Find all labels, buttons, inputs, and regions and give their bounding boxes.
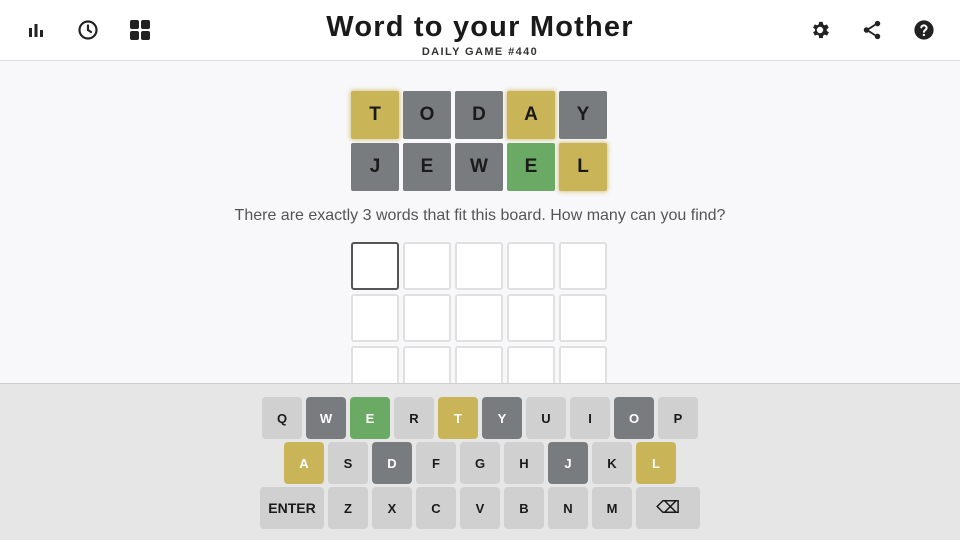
board-tile: L — [559, 143, 607, 191]
guess-tile[interactable] — [455, 294, 503, 342]
board-tile: Y — [559, 91, 607, 139]
keyboard-row: QWERTYUIOP — [262, 397, 698, 439]
board-tile: D — [455, 91, 503, 139]
board-tile: O — [403, 91, 451, 139]
key-i[interactable]: I — [570, 397, 610, 439]
key-n[interactable]: N — [548, 487, 588, 529]
keyboard-row: ENTER Z X C V B N M ⌫ — [260, 487, 700, 529]
key-a[interactable]: A — [284, 442, 324, 484]
key-l[interactable]: L — [636, 442, 676, 484]
instruction-text: There are exactly 3 words that fit this … — [234, 207, 726, 224]
backspace-key[interactable]: ⌫ — [636, 487, 700, 529]
key-t[interactable]: T — [438, 397, 478, 439]
key-j[interactable]: J — [548, 442, 588, 484]
guess-tile[interactable] — [403, 242, 451, 290]
history-icon[interactable] — [72, 14, 104, 46]
guess-tile[interactable] — [351, 242, 399, 290]
key-d[interactable]: D — [372, 442, 412, 484]
guess-row — [351, 294, 607, 342]
board-tile: J — [351, 143, 399, 191]
key-e[interactable]: E — [350, 397, 390, 439]
key-p[interactable]: P — [658, 397, 698, 439]
board-tile: T — [351, 91, 399, 139]
guess-tile[interactable] — [507, 242, 555, 290]
share-icon[interactable] — [856, 14, 888, 46]
board-tile: E — [403, 143, 451, 191]
key-v[interactable]: V — [460, 487, 500, 529]
enter-key[interactable]: ENTER — [260, 487, 324, 529]
keyboard-row: ASDFGHJKL — [284, 442, 676, 484]
board-row: TODAY — [351, 91, 607, 139]
guess-tile[interactable] — [351, 294, 399, 342]
on-screen-keyboard: Q W E R T Y U I O P A S D F G H J K L ENTER Z X C V B N M ⌫ — [0, 383, 960, 540]
key-z[interactable]: Z — [328, 487, 368, 529]
key-y[interactable]: Y — [482, 397, 522, 439]
key-k[interactable]: K — [592, 442, 632, 484]
guess-row — [351, 242, 607, 290]
guess-tile[interactable] — [507, 294, 555, 342]
header-bar: Word to your Mother DAILY GAME #440 — [0, 0, 960, 61]
board-tile: W — [455, 143, 503, 191]
key-g[interactable]: G — [460, 442, 500, 484]
guess-tile[interactable] — [455, 242, 503, 290]
guess-tile[interactable] — [559, 242, 607, 290]
board-row: JEWEL — [351, 143, 607, 191]
key-w[interactable]: W — [306, 397, 346, 439]
key-o[interactable]: O — [614, 397, 654, 439]
key-c[interactable]: C — [416, 487, 456, 529]
guess-tile[interactable] — [559, 294, 607, 342]
clue-board: TODAYJEWEL — [351, 91, 607, 195]
key-u[interactable]: U — [526, 397, 566, 439]
key-f[interactable]: F — [416, 442, 456, 484]
stats-icon[interactable] — [20, 14, 52, 46]
board-tile: A — [507, 91, 555, 139]
key-m[interactable]: M — [592, 487, 632, 529]
key-r[interactable]: R — [394, 397, 434, 439]
guess-grid[interactable] — [351, 242, 607, 398]
key-q[interactable]: Q — [262, 397, 302, 439]
guess-tile[interactable] — [403, 294, 451, 342]
grid-icon[interactable] — [124, 14, 156, 46]
key-s[interactable]: S — [328, 442, 368, 484]
key-b[interactable]: B — [504, 487, 544, 529]
key-h[interactable]: H — [504, 442, 544, 484]
daily-game-number: DAILY GAME #440 — [421, 46, 539, 58]
gear-icon[interactable] — [804, 14, 836, 46]
board-tile: E — [507, 143, 555, 191]
help-icon[interactable] — [908, 14, 940, 46]
key-x[interactable]: X — [372, 487, 412, 529]
